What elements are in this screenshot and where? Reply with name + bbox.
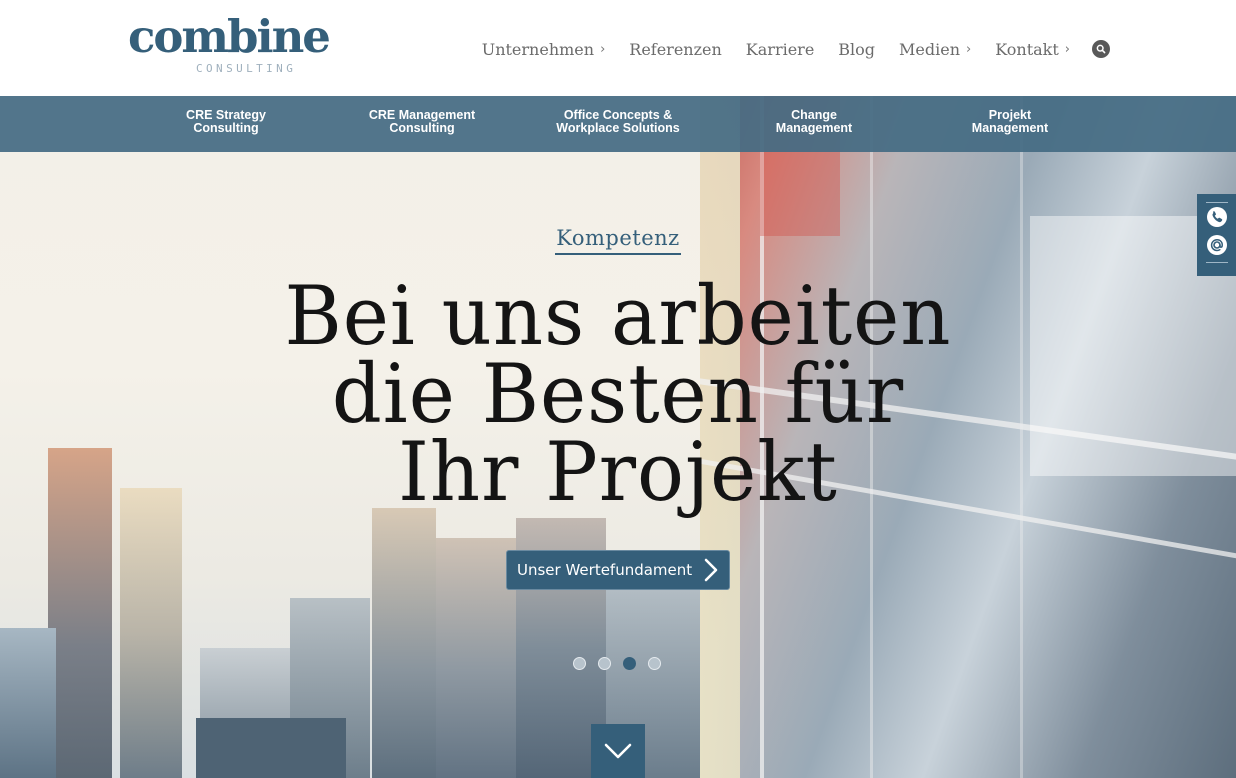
nav-item-unternehmen[interactable]: Unternehmen › <box>482 40 606 59</box>
scroll-down-button[interactable] <box>591 724 645 778</box>
phone-button[interactable] <box>1206 206 1228 228</box>
subnav-label-line2: Consulting <box>193 121 259 135</box>
subnav-label: CRE Management Consulting <box>369 109 475 135</box>
subnav-office-concepts[interactable]: Office Concepts & Workplace Solutions <box>520 96 716 152</box>
hero-eyebrow-text: Kompetenz <box>555 226 681 255</box>
email-button[interactable] <box>1206 234 1228 256</box>
cta-button-wertefundament[interactable]: Unser Wertefundament <box>506 550 730 590</box>
subnav-label-line2: Management <box>775 121 853 135</box>
nav-item-referenzen[interactable]: Referenzen <box>629 40 722 59</box>
search-icon <box>1096 44 1106 54</box>
subnav-cre-management-consulting[interactable]: CRE Management Consulting <box>324 96 520 152</box>
subnav-label-line1: Change <box>791 108 837 122</box>
divider <box>1205 202 1228 203</box>
subnav-label-line2: Workplace Solutions <box>556 121 680 135</box>
nav-label: Unternehmen <box>481 39 595 59</box>
subnav-label: Change Management <box>776 109 852 135</box>
phone-icon <box>1206 207 1227 227</box>
headline-line-1: Bei uns arbeiten <box>284 270 952 364</box>
subnav-cre-strategy-consulting[interactable]: CRE Strategy Consulting <box>128 96 324 152</box>
headline-line-2: die Besten für <box>331 348 905 442</box>
hero-headline: Bei uns arbeiten die Besten für Ihr Proj… <box>0 270 1236 520</box>
subnav-change-management[interactable]: Change Management <box>716 96 912 152</box>
nav-item-medien[interactable]: Medien › <box>899 40 971 59</box>
subnav-label: Office Concepts & Workplace Solutions <box>556 109 679 135</box>
logo-tagline: CONSULTING <box>196 62 297 75</box>
nav-label: Blog <box>838 39 876 59</box>
slider-dot-2[interactable] <box>598 657 611 670</box>
nav-item-blog[interactable]: Blog <box>838 40 875 59</box>
nav-label: Karriere <box>745 39 815 59</box>
nav-label: Kontakt <box>995 39 1059 59</box>
subnav-label-line2: Management <box>971 121 1049 135</box>
subnav-label: CRE Strategy Consulting <box>186 109 266 135</box>
nav-item-karriere[interactable]: Karriere <box>746 40 815 59</box>
nav-label: Referenzen <box>629 39 722 59</box>
hero-eyebrow: Kompetenz <box>0 226 1236 255</box>
chevron-right-icon: › <box>600 41 606 57</box>
contact-sidebar-tab <box>1197 194 1236 276</box>
headline-line-3: Ihr Projekt <box>398 426 838 520</box>
search-button[interactable] <box>1092 40 1110 58</box>
subnav-label-line1: CRE Strategy <box>186 108 266 122</box>
slider-pagination <box>573 657 673 670</box>
site-header: combine CONSULTING Unternehmen › Referen… <box>0 0 1236 96</box>
subnav-label-line1: CRE Management <box>368 108 476 122</box>
email-at-icon <box>1206 235 1227 255</box>
cta-label: Unser Wertefundament <box>517 561 693 579</box>
divider <box>1205 262 1228 263</box>
subnav-label: Projekt Management <box>972 109 1048 135</box>
subnav-label-line1: Projekt <box>988 108 1032 122</box>
slider-dot-4[interactable] <box>648 657 661 670</box>
nav-item-kontakt[interactable]: Kontakt › <box>995 40 1070 59</box>
chevron-right-icon: › <box>1064 41 1070 57</box>
subnav-label-line1: Office Concepts & <box>563 108 673 122</box>
chevron-right-icon <box>704 558 718 582</box>
service-navigation: CRE Strategy Consulting CRE Management Con… <box>0 96 1236 152</box>
logo[interactable]: combine CONSULTING <box>128 10 331 80</box>
slider-dot-1[interactable] <box>573 657 586 670</box>
chevron-down-icon <box>604 743 632 759</box>
subnav-projekt-management[interactable]: Projekt Management <box>912 96 1108 152</box>
slider-dot-3-active[interactable] <box>623 657 636 670</box>
chevron-right-icon: › <box>966 41 972 57</box>
nav-label: Medien <box>899 39 961 59</box>
main-navigation: Unternehmen › Referenzen Karriere Blog M… <box>482 36 1110 62</box>
subnav-label-line2: Consulting <box>389 121 455 135</box>
logo-wordmark: combine <box>128 10 331 63</box>
